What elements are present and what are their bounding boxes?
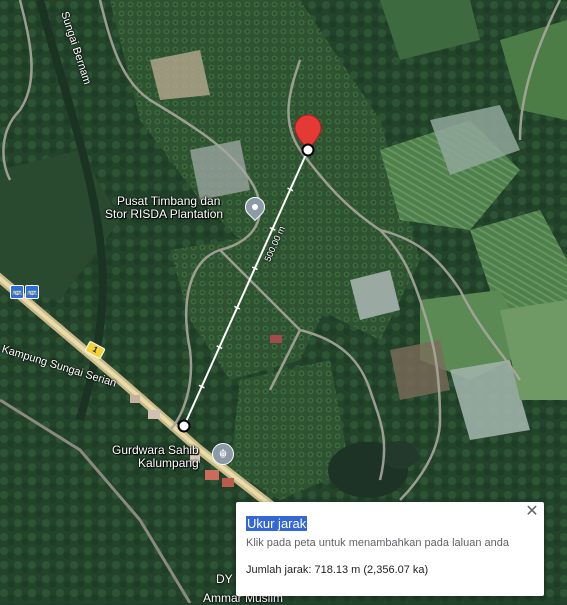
- panel-title: Ukur jarak: [246, 516, 308, 531]
- place-label-gurdwara[interactable]: Gurdwara Sahib Kalumpang: [112, 444, 199, 470]
- cleared-land: [390, 340, 450, 400]
- gurdwara-icon[interactable]: ☬: [212, 443, 234, 465]
- panel-hint: Klik pada peta untuk menambahkan pada la…: [246, 537, 509, 549]
- cleared-land: [190, 140, 250, 200]
- total-distance: Jumlah jarak: 718.13 m (2,356.07 ka): [246, 564, 429, 576]
- measure-distance-panel: ✕ Ukur jarak Klik pada peta untuk menamb…: [236, 502, 544, 596]
- measure-start-point[interactable]: [177, 419, 191, 433]
- bus-stop-icon[interactable]: 🚌: [25, 285, 39, 299]
- place-label-partial: DY: [216, 572, 233, 586]
- place-label-line: Kalumpang: [138, 456, 199, 470]
- pond: [382, 441, 418, 469]
- place-label-pusat-timbang[interactable]: Pusat Timbang dan Stor RISDA Plantation: [105, 195, 223, 221]
- place-label-line: Stor RISDA Plantation: [105, 207, 224, 221]
- close-icon[interactable]: ✕: [524, 504, 540, 520]
- bus-stop-icon[interactable]: 🚌: [10, 285, 24, 299]
